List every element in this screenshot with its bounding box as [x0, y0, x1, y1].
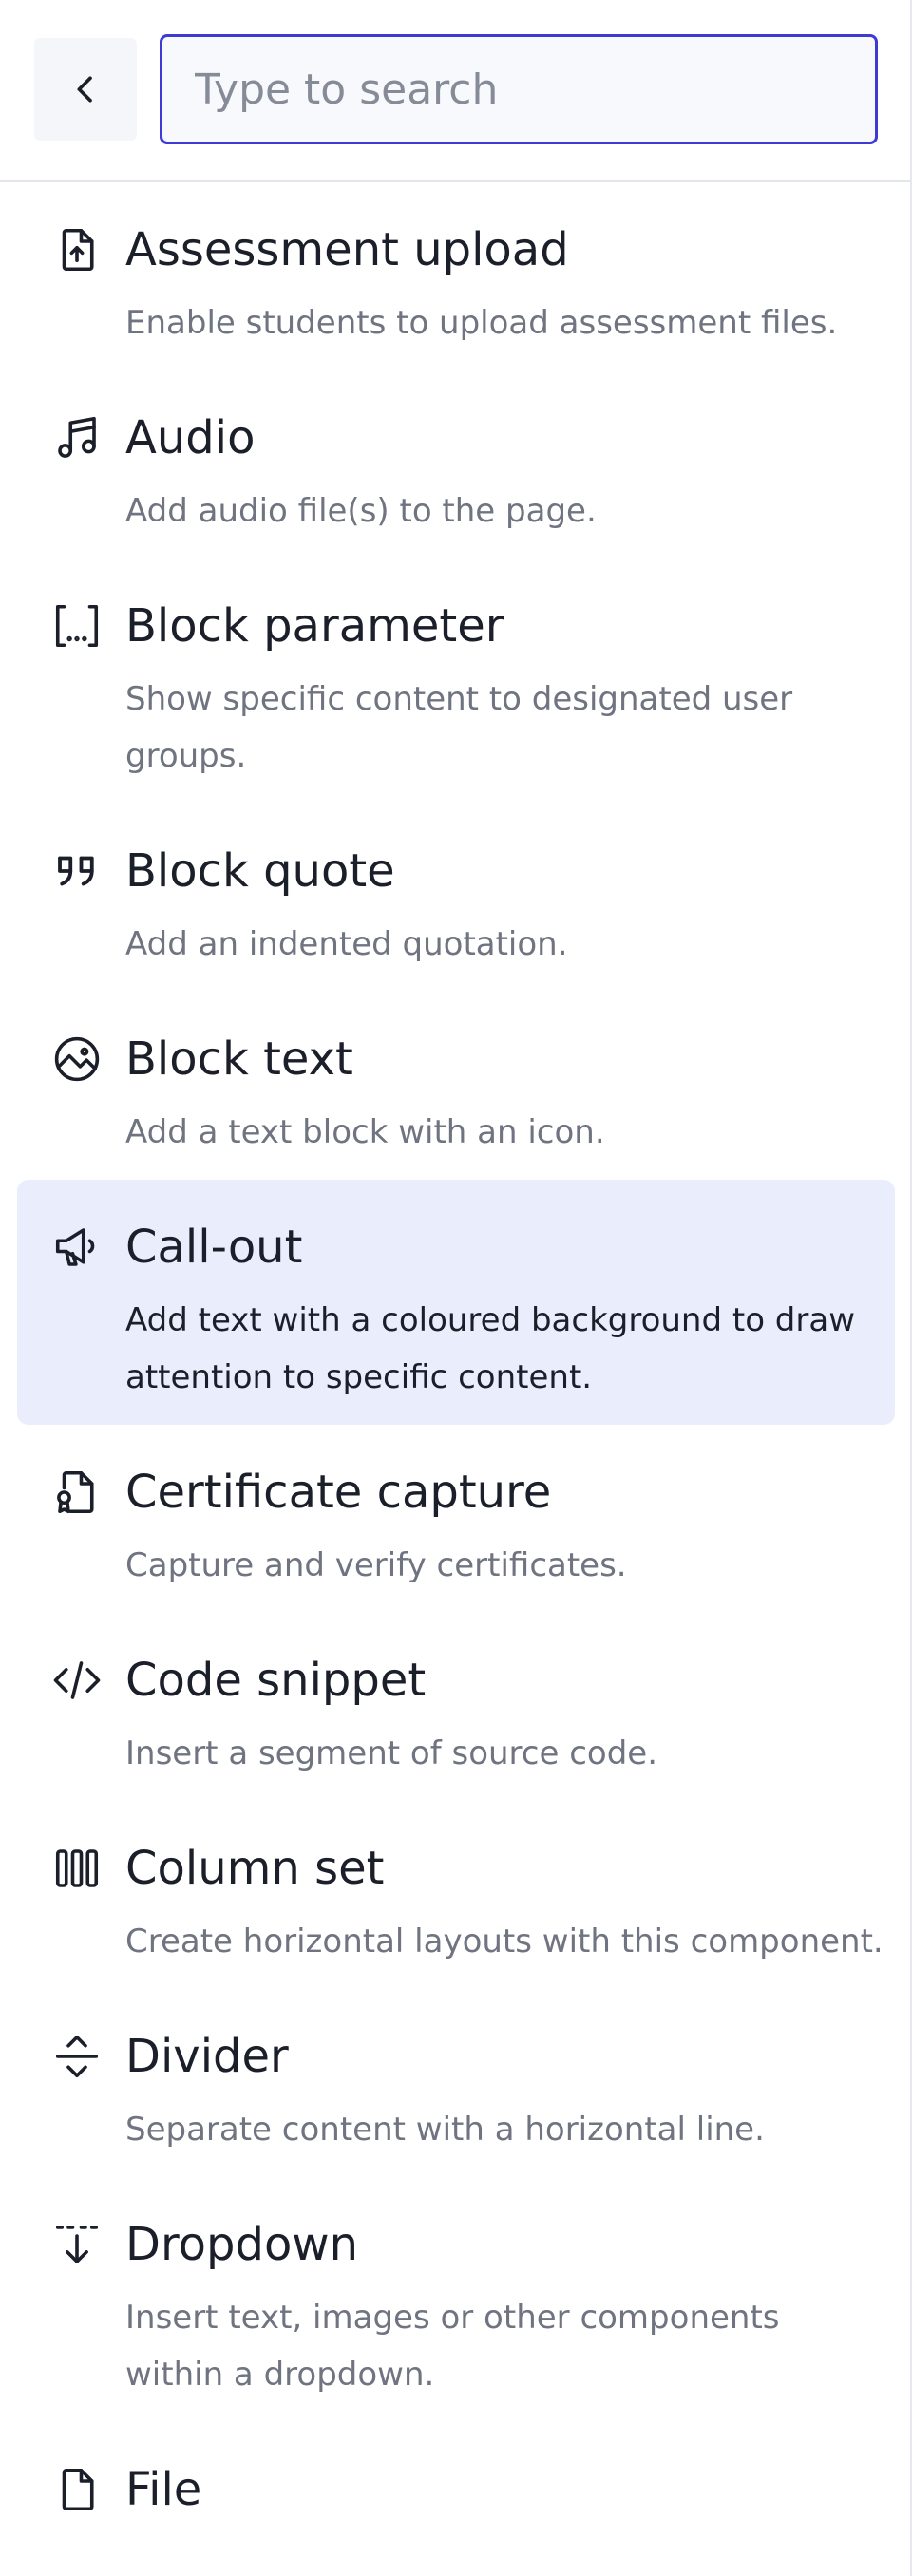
component-item-title: File: [125, 2463, 202, 2516]
component-item[interactable]: Certificate capture Capture and verify ce…: [17, 1425, 895, 1613]
certificate-icon: [51, 1467, 103, 1518]
component-item[interactable]: File: [17, 2422, 895, 2553]
component-item-description: Add text with a coloured background to d…: [125, 1301, 856, 1396]
component-item-title: Divider: [125, 2030, 289, 2083]
component-item-description: Separate content with a horizontal line.: [125, 2111, 765, 2149]
component-item-title: Column set: [125, 1842, 385, 1895]
dropdown-arrow-icon: [51, 2219, 103, 2270]
component-item-title: Dropdown: [125, 2218, 358, 2271]
code-icon: [51, 1655, 103, 1706]
component-item[interactable]: Block quote Add an indented quotation.: [17, 804, 895, 992]
component-item-title: Call-out: [125, 1221, 303, 1274]
component-item-title: Audio: [125, 411, 256, 464]
component-item[interactable]: Block text Add a text block with an icon.: [17, 992, 895, 1180]
component-item-description: Insert text, images or other components …: [125, 2299, 780, 2394]
component-item-title: Block text: [125, 1032, 353, 1086]
back-button[interactable]: [34, 38, 137, 141]
component-item-description: Add audio file(s) to the page.: [125, 492, 597, 530]
component-item[interactable]: Column set Create horizontal layouts with…: [17, 1801, 895, 1989]
image-circle-icon: [51, 1033, 103, 1085]
component-item-title: Certificate capture: [125, 1466, 552, 1519]
component-item[interactable]: Divider Separate content with a horizonta…: [17, 1989, 895, 2177]
music-note-icon: [51, 412, 103, 464]
component-item-title: Assessment upload: [125, 223, 569, 276]
component-item-description: Add an indented quotation.: [125, 925, 568, 963]
component-item[interactable]: Assessment upload Enable students to uplo…: [17, 182, 895, 370]
component-item[interactable]: Call-out Add text with a coloured backgro…: [17, 1180, 895, 1425]
component-item-description: Capture and verify certificates.: [125, 1546, 627, 1584]
component-item[interactable]: Dropdown Insert text, images or other com…: [17, 2177, 895, 2422]
chevron-left-icon: [77, 76, 92, 103]
component-item-description: Show specific content to designated user…: [125, 680, 793, 775]
megaphone-icon: [51, 1222, 103, 1273]
file-upload-icon: [51, 224, 103, 275]
component-picker-panel: Assessment upload Enable students to uplo…: [0, 0, 912, 2576]
component-item-description: Add a text block with an icon.: [125, 1113, 605, 1151]
file-icon: [51, 2464, 103, 2515]
component-item-title: Block parameter: [125, 599, 504, 653]
picker-header: [0, 0, 910, 182]
component-item[interactable]: Code snippet Insert a segment of source c…: [17, 1613, 895, 1801]
component-item-description: Enable students to upload assessment fil…: [125, 304, 838, 342]
columns-icon: [51, 1843, 103, 1894]
bracket-ellipsis-icon: [51, 600, 103, 652]
component-item-description: Create horizontal layouts with this comp…: [125, 1923, 884, 1960]
divider-icon: [51, 2031, 103, 2082]
component-item[interactable]: Audio Add audio file(s) to the page.: [17, 370, 895, 559]
component-item-description: Insert a segment of source code.: [125, 1734, 658, 1772]
search-input[interactable]: [160, 34, 878, 144]
component-item-title: Block quote: [125, 844, 395, 898]
component-item-title: Code snippet: [125, 1654, 427, 1707]
component-item[interactable]: Block parameter Show specific content to …: [17, 559, 895, 804]
quote-icon: [51, 845, 103, 897]
